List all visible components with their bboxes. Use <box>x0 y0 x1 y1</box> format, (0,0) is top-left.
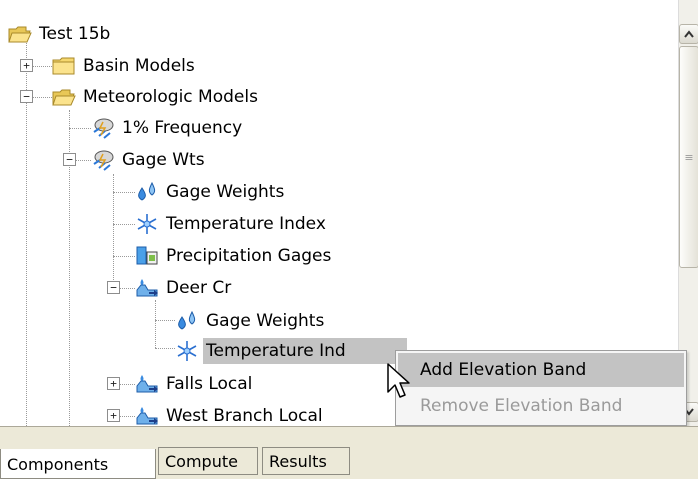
expand-falls-local-toggle[interactable]: + <box>107 377 120 390</box>
tree-item-basin-models[interactable]: Basin Models <box>52 50 198 81</box>
context-menu: Add Elevation Band Remove Elevation Band <box>395 350 687 426</box>
tree-item-label: Gage Weights <box>166 181 285 202</box>
water-drops-icon <box>175 309 199 333</box>
scrollbar-thumb[interactable]: ≡ <box>679 46 698 268</box>
tree-item-label: Precipitation Gages <box>166 245 332 266</box>
tree-item-label: Gage Wts <box>122 149 205 170</box>
tab-compute[interactable]: Compute <box>158 447 258 475</box>
tree-item-deer-gage-weights[interactable]: Gage Weights <box>175 305 327 336</box>
tree-item-label: Basin Models <box>83 55 195 76</box>
tree-guide-line <box>155 300 156 348</box>
tree-item-falls-local[interactable]: Falls Local <box>135 368 255 399</box>
tree-item-gage-weights[interactable]: Gage Weights <box>135 176 287 207</box>
collapse-gage-wts-toggle[interactable]: − <box>63 153 76 166</box>
scroll-up-button[interactable] <box>679 24 698 44</box>
chevron-up-icon <box>684 30 694 38</box>
tree-item-gage-wts[interactable]: Gage Wts <box>91 144 208 175</box>
tab-bar: Components Compute Results <box>0 426 698 479</box>
tree-guide-line <box>155 348 175 349</box>
tree-item-temperature-index[interactable]: Temperature Index <box>135 208 329 239</box>
collapse-deer-cr-toggle[interactable]: − <box>107 281 120 294</box>
tree-guide-line <box>69 128 91 129</box>
folder-icon <box>52 54 76 78</box>
expand-west-branch-local-toggle[interactable]: + <box>107 409 120 422</box>
subbasin-icon <box>135 276 159 300</box>
tree-guide-line <box>155 320 175 321</box>
subbasin-icon <box>135 372 159 396</box>
tree-item-deer-cr[interactable]: Deer Cr <box>135 272 234 303</box>
tab-results[interactable]: Results <box>262 447 350 475</box>
tree-item-label: West Branch Local <box>166 405 323 426</box>
remove-elevation-band-menu-item: Remove Elevation Band <box>420 396 623 416</box>
tree-guide-line <box>113 256 135 257</box>
meteorologic-model-icon <box>91 148 115 172</box>
tree-item-label: 1% Frequency <box>122 117 243 138</box>
water-drops-icon <box>135 180 159 204</box>
tree-guide-line <box>113 192 135 193</box>
snowflake-icon <box>175 339 199 363</box>
precipitation-gage-icon <box>135 244 159 268</box>
tree-guide-line <box>113 224 135 225</box>
tree-item-label: Temperature Index <box>166 213 326 234</box>
tree-item-label: Meteorologic Models <box>83 86 258 107</box>
open-folder-icon <box>52 85 76 109</box>
meteorologic-model-icon <box>91 116 115 140</box>
tree-item-precipitation-gages[interactable]: Precipitation Gages <box>135 240 334 271</box>
tree-item-west-branch-local[interactable]: West Branch Local <box>135 400 326 426</box>
tab-components[interactable]: Components <box>0 449 156 479</box>
tree-item-label-selected: Temperature Ind <box>203 337 407 364</box>
open-folder-icon <box>8 22 32 46</box>
snowflake-icon <box>135 212 159 236</box>
collapse-meteorologic-models-toggle[interactable]: − <box>20 90 33 103</box>
tree-item-label: Gage Weights <box>206 310 325 331</box>
tree-item-label: Falls Local <box>166 373 253 394</box>
tree-item-root[interactable]: Test 15b <box>8 18 113 49</box>
subbasin-icon <box>135 404 159 427</box>
tree-item-label: Deer Cr <box>166 277 232 298</box>
add-elevation-band-menu-item[interactable]: Add Elevation Band <box>398 353 684 387</box>
tree-item-deer-temperature-index[interactable]: Temperature Ind <box>175 335 407 366</box>
tree-item-meteorologic-models[interactable]: Meteorologic Models <box>52 81 261 112</box>
mouse-pointer-icon <box>387 363 410 398</box>
tree-item-label: Test 15b <box>39 23 111 44</box>
expand-basin-models-toggle[interactable]: + <box>20 59 33 72</box>
tree-item-1-percent-frequency[interactable]: 1% Frequency <box>91 112 245 143</box>
